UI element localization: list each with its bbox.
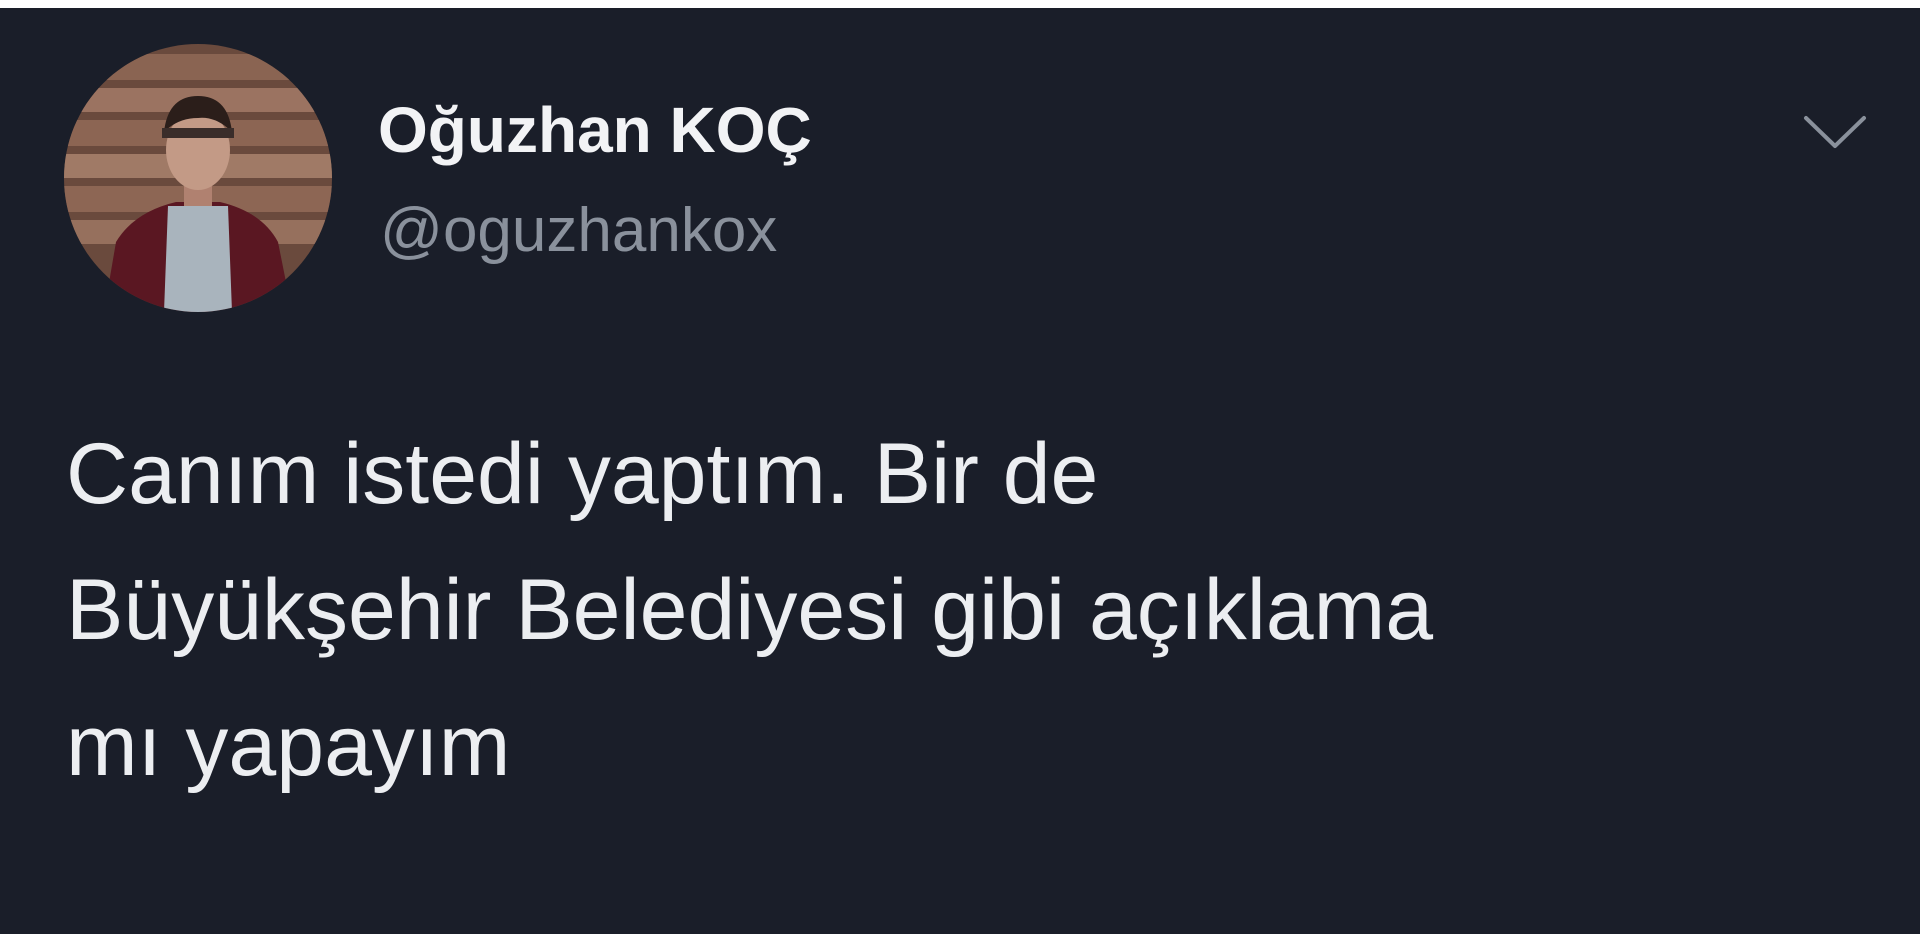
avatar-photo-icon bbox=[64, 44, 332, 312]
tweet-card: Oğuzhan KOÇ @oguzhankox Canım istedi yap… bbox=[0, 8, 1920, 934]
tweet-text: Canım istedi yaptım. Bir de Büyükşehir B… bbox=[66, 406, 1886, 814]
tweet-text-line: mı yapayım bbox=[66, 698, 511, 794]
author-display-name[interactable]: Oğuzhan KOÇ bbox=[378, 98, 812, 162]
tweet-text-line: Canım istedi yaptım. Bir de bbox=[66, 426, 1099, 522]
tweet-text-line: Büyükşehir Belediyesi gibi açıklama bbox=[66, 562, 1434, 658]
chevron-down-icon[interactable] bbox=[1800, 108, 1870, 156]
author-avatar[interactable] bbox=[64, 44, 332, 312]
author-handle[interactable]: @oguzhankox bbox=[380, 200, 777, 262]
